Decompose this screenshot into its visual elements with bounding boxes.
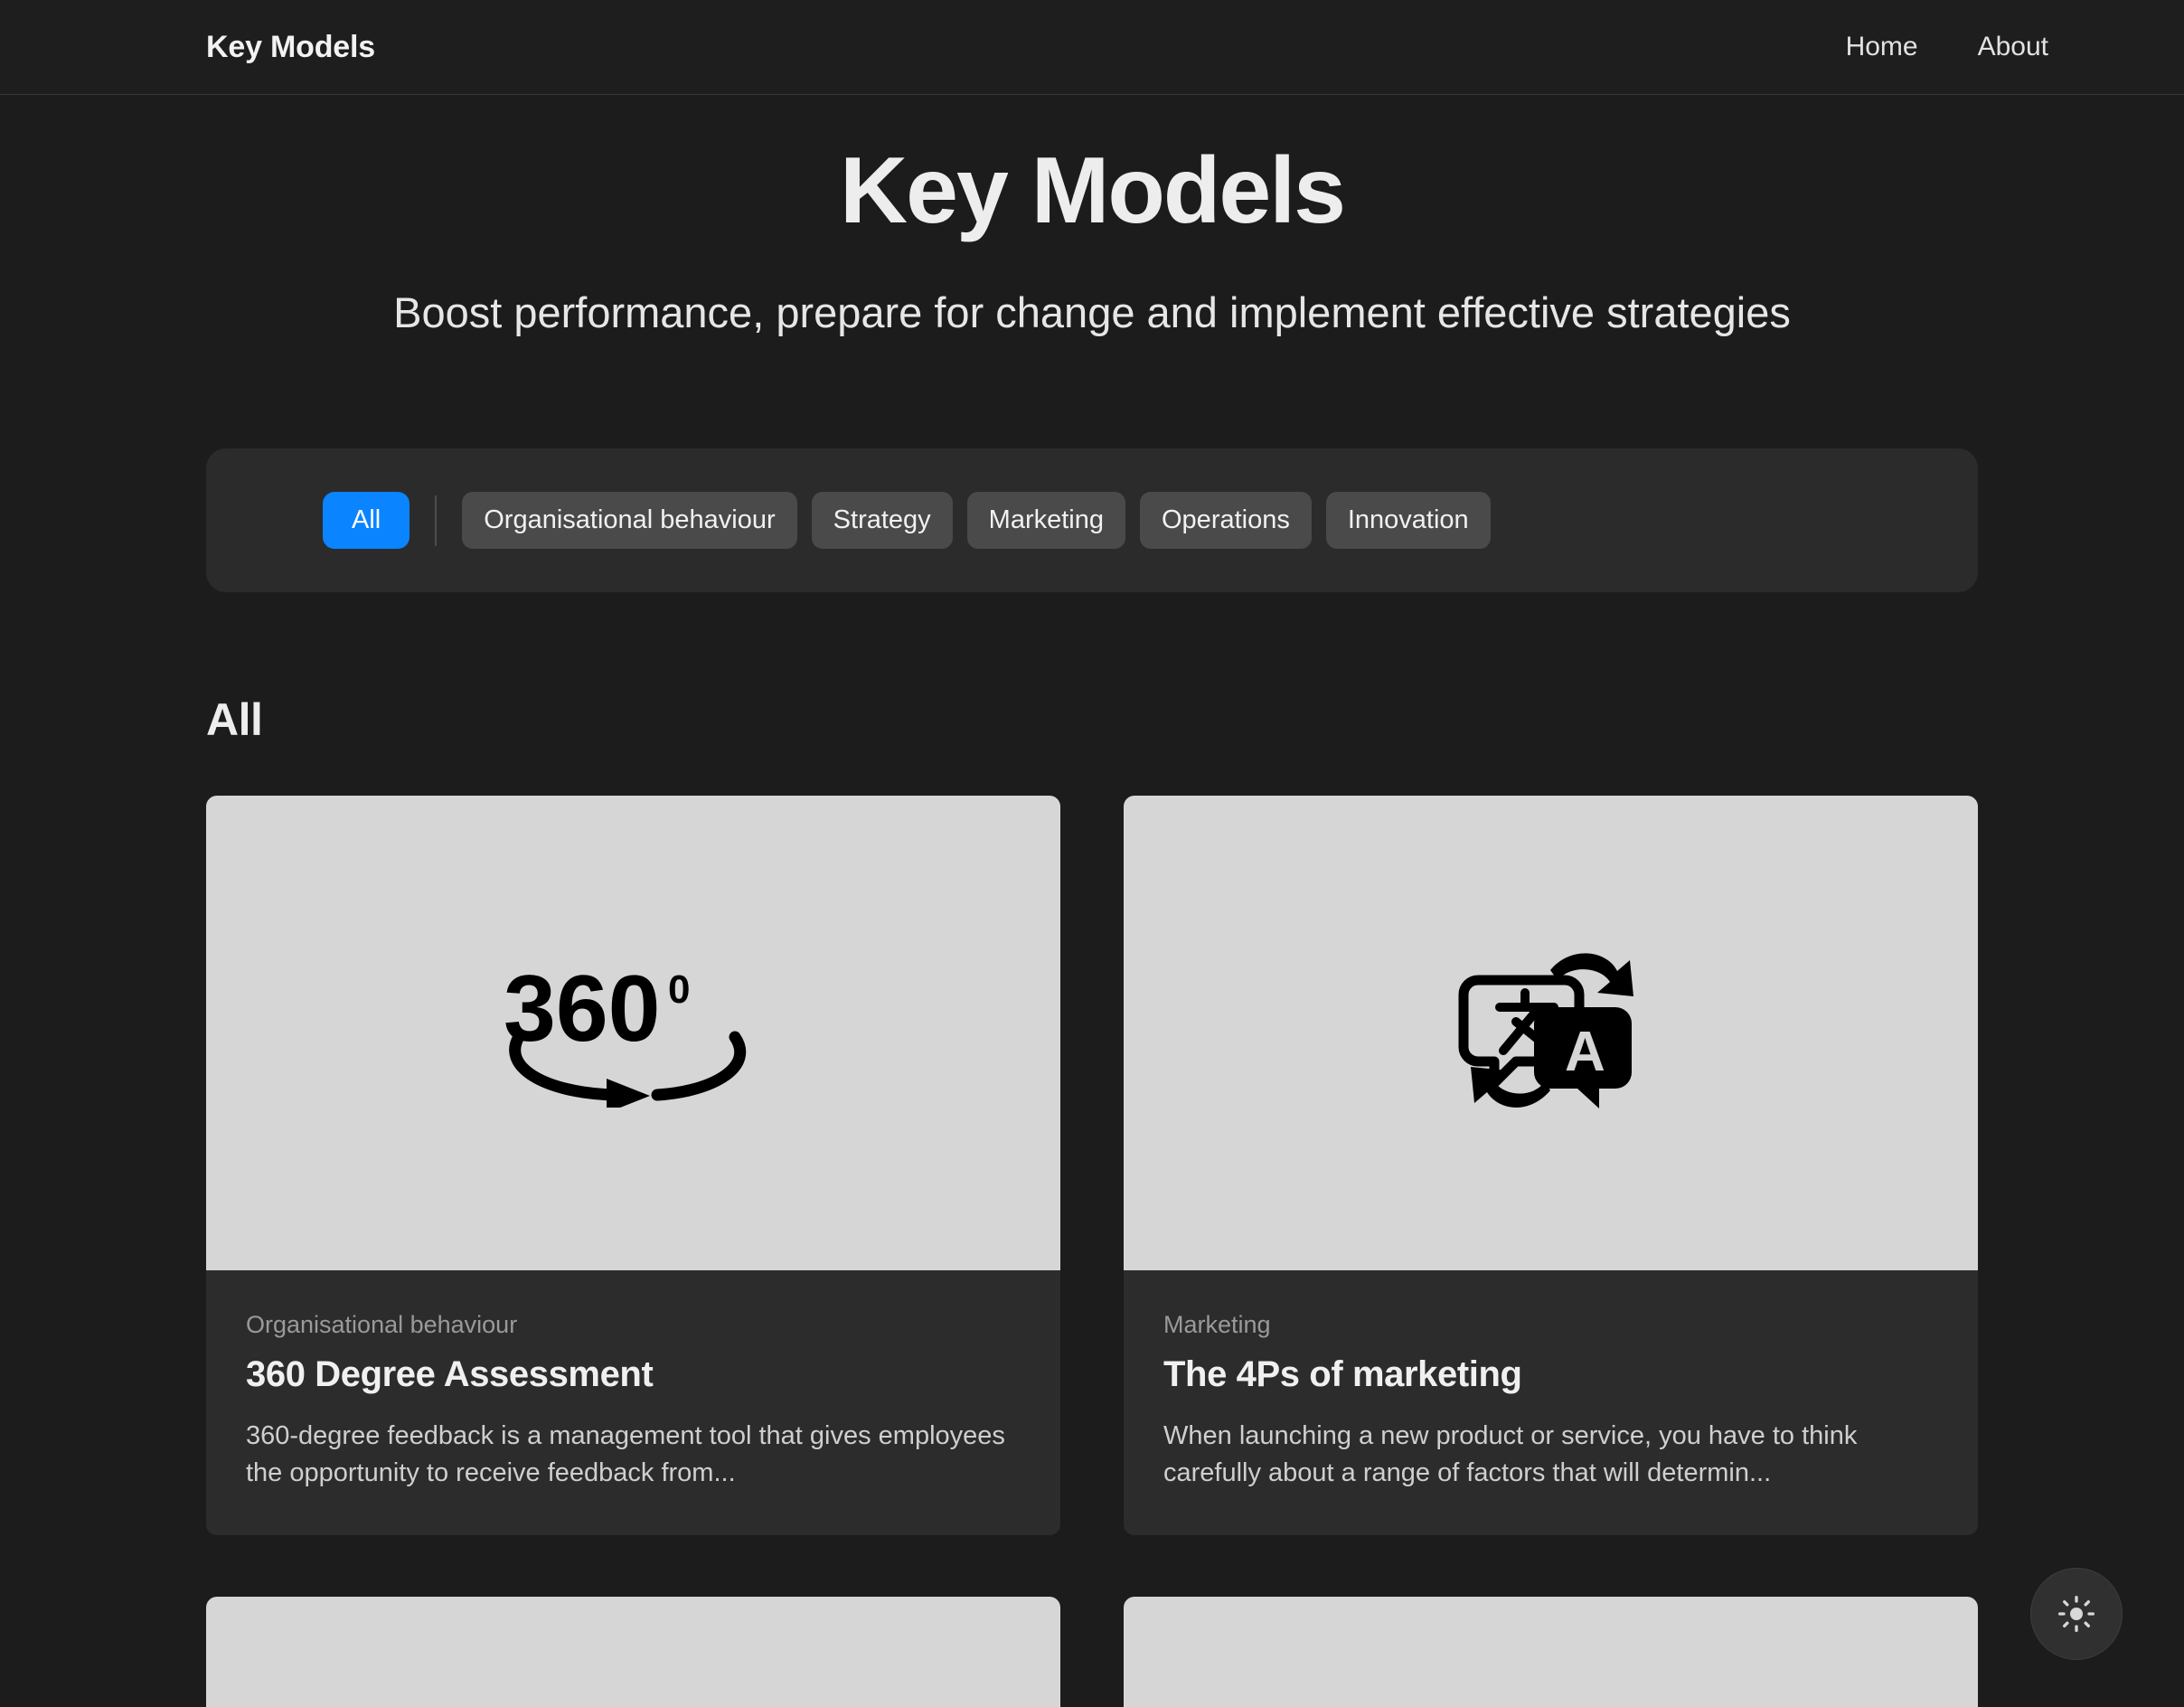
card-title: The 4Ps of marketing [1163, 1353, 1522, 1394]
nav-link-about[interactable]: About [1978, 32, 2048, 62]
model-card[interactable] [206, 1596, 1060, 1707]
svg-text:A: A [1565, 1021, 1605, 1083]
360-degree-icon: 360 0 [498, 954, 769, 1114]
card-category: Marketing [1163, 1311, 1271, 1339]
filter-pill-strategy[interactable]: Strategy [811, 492, 953, 550]
filter-pill-organisational-behaviour[interactable]: Organisational behaviour [462, 492, 797, 550]
model-card[interactable]: 360 0 Organisational behaviour 360 Degre… [206, 796, 1060, 1535]
filter-pill-marketing[interactable]: Marketing [966, 492, 1125, 550]
model-card[interactable]: A Marketing The 4Ps of marketing When la… [1124, 796, 1978, 1535]
model-card[interactable] [1124, 1596, 1978, 1707]
card-description: When launching a new product or service,… [1163, 1420, 1858, 1487]
svg-text:0: 0 [668, 967, 690, 1012]
card-image [1124, 1596, 1978, 1707]
card-image: A [1124, 796, 1978, 1271]
model-card-grid: 360 0 Organisational behaviour 360 Degre… [206, 796, 1978, 1707]
brand-logo[interactable]: Key Models [206, 30, 375, 65]
page-subtitle: Boost performance, prepare for change an… [393, 288, 1791, 337]
card-category: Organisational behaviour [246, 1311, 518, 1339]
page-title: Key Models [840, 138, 1346, 243]
nav-link-home[interactable]: Home [1846, 32, 1918, 62]
section-heading: All [206, 694, 263, 746]
card-image: 360 0 [206, 796, 1060, 1271]
svg-text:360: 360 [504, 957, 661, 1061]
card-body: Organisational behaviour 360 Degree Asse… [206, 1270, 1060, 1535]
translate-icon: A [1456, 940, 1646, 1126]
filter-pill-group: All Organisational behaviour Strategy Ma… [206, 492, 1491, 550]
filter-pill-innovation[interactable]: Innovation [1325, 492, 1491, 550]
hero-section: Key Models Boost performance, prepare fo… [0, 95, 2184, 340]
card-image [206, 1596, 1060, 1707]
card-description: 360-degree feedback is a management tool… [246, 1420, 1005, 1487]
card-title: 360 Degree Assessment [246, 1353, 654, 1394]
filter-pill-operations[interactable]: Operations [1140, 492, 1312, 550]
main-navigation: Home About [1846, 32, 2048, 62]
theme-toggle-button[interactable] [2030, 1568, 2123, 1660]
site-header: Key Models Home About [0, 0, 2184, 95]
filter-bar: All Organisational behaviour Strategy Ma… [206, 448, 1978, 593]
filter-divider [435, 495, 438, 546]
card-body: Marketing The 4Ps of marketing When laun… [1124, 1270, 1978, 1535]
filter-pill-all[interactable]: All [323, 492, 410, 550]
sun-icon [2057, 1595, 2095, 1633]
